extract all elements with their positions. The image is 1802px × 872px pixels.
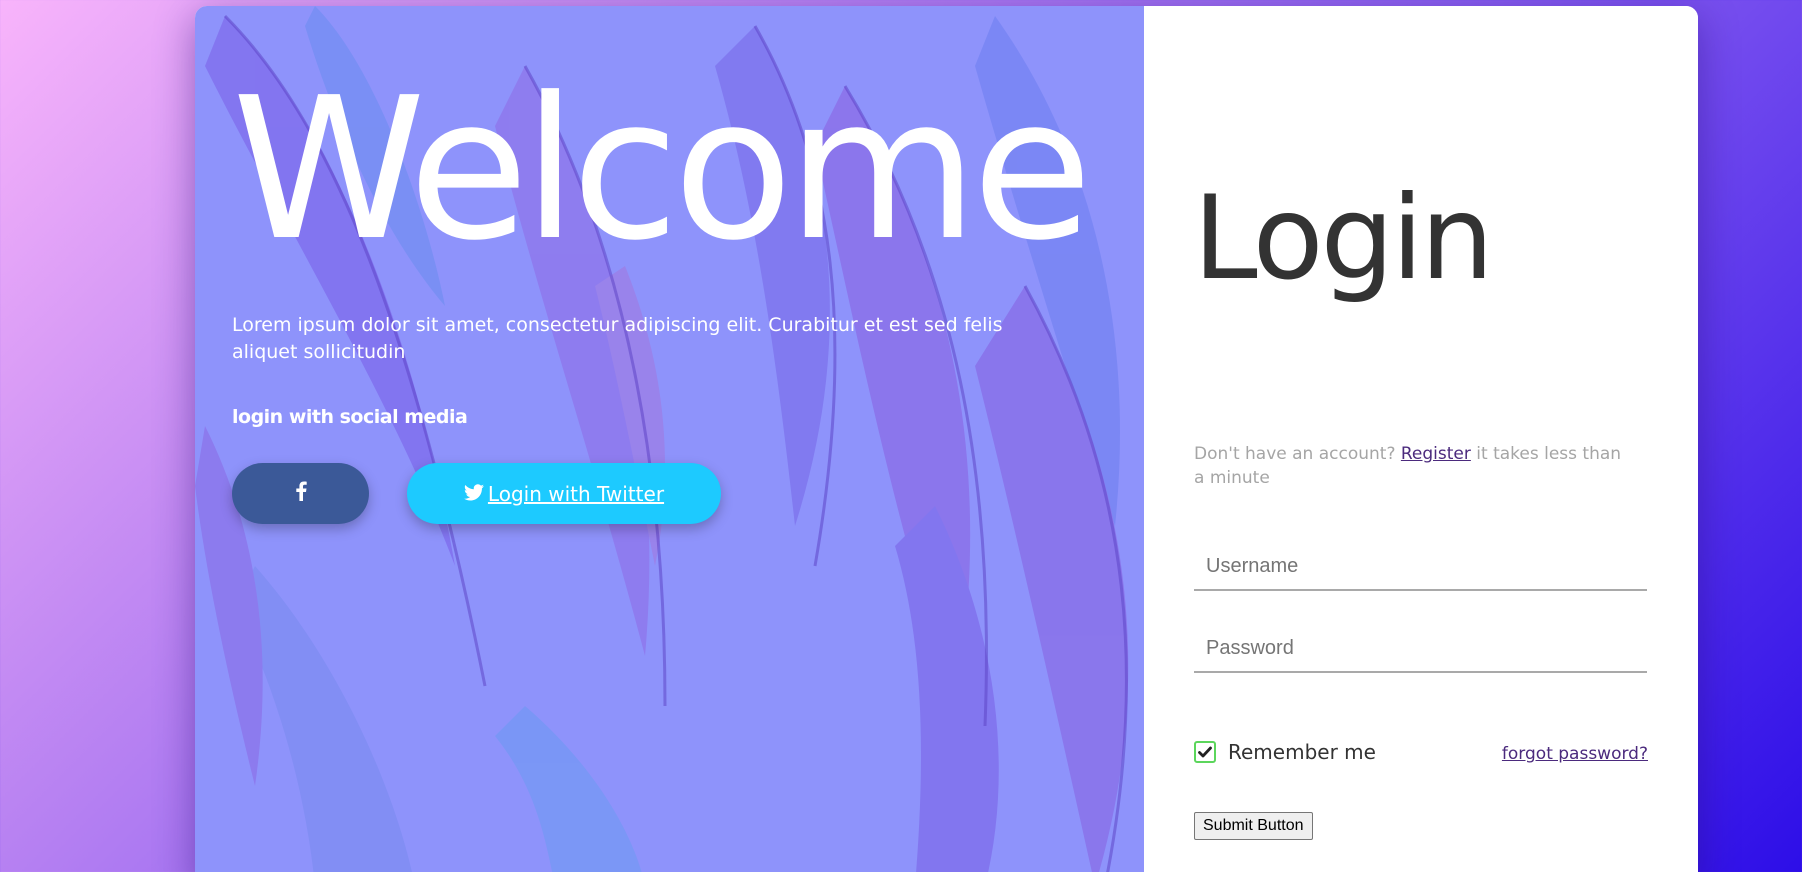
login-panel: Login Don't have an account? Register it…	[1144, 6, 1698, 872]
welcome-description: Lorem ipsum dolor sit amet, consectetur …	[232, 314, 1003, 363]
username-input[interactable]	[1194, 543, 1647, 591]
login-card: Welcome Lorem ipsum dolor sit amet, cons…	[195, 6, 1698, 872]
forgot-password-link[interactable]: forgot password?	[1502, 744, 1648, 764]
twitter-login-label: Login with Twitter	[487, 481, 665, 506]
submit-button[interactable]: Submit Button	[1194, 812, 1313, 840]
twitter-icon	[463, 482, 488, 506]
password-input[interactable]	[1194, 625, 1647, 673]
remember-me-row: Remember me	[1194, 740, 1376, 764]
register-link[interactable]: Register	[1401, 444, 1471, 464]
remember-me-label: Remember me	[1228, 740, 1376, 764]
checkmark-icon	[1198, 743, 1212, 762]
login-title: Login	[1193, 171, 1494, 306]
welcome-panel: Welcome Lorem ipsum dolor sit amet, cons…	[195, 6, 1144, 872]
twitter-login-button[interactable]: Login with Twitter	[407, 463, 721, 524]
welcome-title: Welcome	[232, 56, 1093, 284]
remember-me-checkbox[interactable]	[1194, 741, 1216, 763]
register-prompt: Don't have an account? Register it takes…	[1194, 442, 1634, 490]
register-prefix: Don't have an account?	[1194, 444, 1401, 464]
facebook-login-button[interactable]	[232, 463, 369, 524]
social-login-label: login with social media	[232, 406, 468, 428]
facebook-icon	[295, 481, 307, 507]
